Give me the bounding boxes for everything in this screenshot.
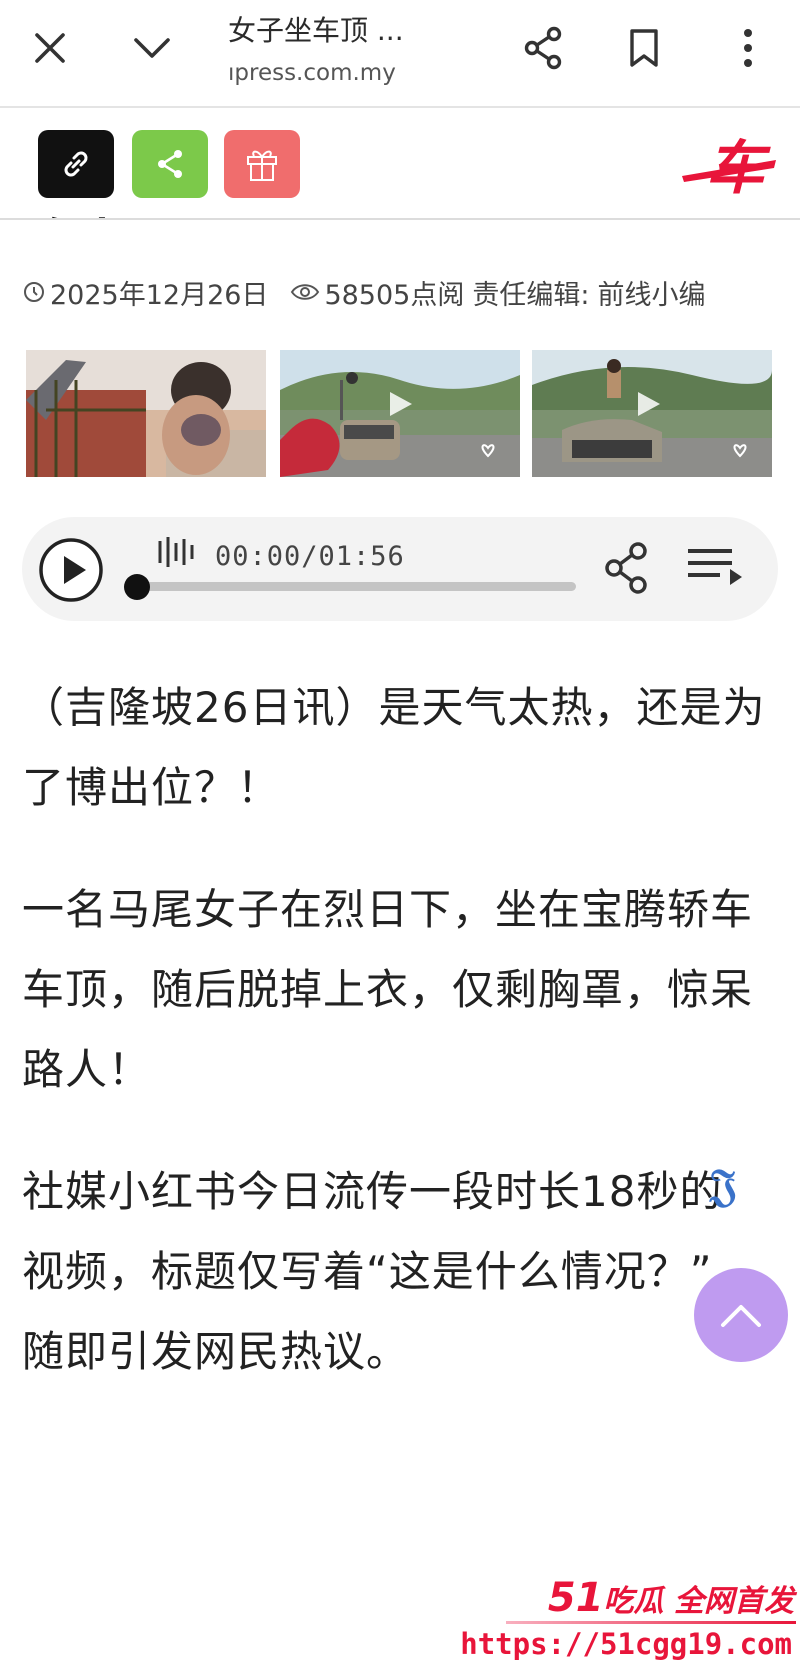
- site-logo[interactable]: 车: [680, 130, 780, 202]
- audio-progress-track[interactable]: [138, 582, 576, 591]
- audio-progress-knob[interactable]: [124, 574, 150, 600]
- editor-label: 责任编辑:: [472, 279, 590, 311]
- article-toolbar: 路人 车: [0, 110, 800, 220]
- watermark-underline: [506, 1621, 796, 1624]
- more-vert-icon[interactable]: [720, 20, 776, 76]
- gift-button[interactable]: [224, 130, 300, 198]
- article-title-peek: 路人: [22, 202, 130, 218]
- copy-link-button[interactable]: [38, 130, 114, 198]
- close-icon[interactable]: [22, 20, 78, 76]
- floating-glyph: 𝔍: [710, 1160, 737, 1211]
- share-icon: [605, 542, 647, 594]
- editor-name: 前线小编: [597, 279, 706, 311]
- playlist-button[interactable]: [686, 545, 744, 593]
- address-bar[interactable]: 女子坐车顶 ... ıpress.com.my: [228, 12, 488, 96]
- tab-title: 女子坐车顶 ...: [228, 14, 404, 47]
- scroll-to-top-button[interactable]: [694, 1268, 788, 1362]
- publish-date: 2025年12月26日: [50, 279, 269, 311]
- logo-text: 车: [706, 134, 771, 202]
- play-button[interactable]: [38, 537, 104, 603]
- watermark: 51吃瓜 全网首发 https://51cgg19.com: [460, 1575, 800, 1673]
- share-button[interactable]: [132, 130, 208, 198]
- playlist-icon: [688, 549, 742, 585]
- audio-share-button[interactable]: [602, 541, 652, 595]
- play-icon: [39, 538, 103, 602]
- watermark-brand: 51吃瓜 全网首发: [548, 1575, 794, 1621]
- audio-wave-icon: [158, 537, 194, 567]
- eye-icon: [291, 284, 320, 300]
- bookmark-icon[interactable]: [616, 20, 672, 76]
- gallery-thumbnail-1[interactable]: [26, 350, 266, 477]
- chevron-up-icon: [721, 1305, 761, 1327]
- link-icon: [64, 151, 88, 177]
- article-paragraph-3: 社媒小红书今日流传一段时长18秒的视频，标题仅写着“这是什么情况？”，随即引发网…: [22, 1167, 756, 1376]
- gallery-video-2[interactable]: [280, 350, 520, 477]
- article-paragraph-1: （吉隆坡26日讯）是天气太热，还是为了博出位？！: [22, 683, 766, 812]
- view-count: 58505点阅: [324, 279, 465, 311]
- gallery-video-3[interactable]: [532, 350, 772, 477]
- image-gallery: [26, 350, 776, 478]
- watermark-number: 51: [547, 1575, 604, 1621]
- audio-player: 00:00/01:56: [22, 517, 778, 621]
- article-meta: 2025年12月26日 58505点阅 责任编辑: 前线小编: [22, 272, 792, 312]
- share-icon: [158, 150, 182, 178]
- share-icon[interactable]: [515, 20, 571, 76]
- article-paragraph-2: 一名马尾女子在烈日下，坐在宝腾轿车车顶，随后脱掉上衣，仅剩胸罩，惊呆路人！: [22, 885, 754, 1094]
- clock-icon: [24, 282, 44, 302]
- browser-toolbar: 女子坐车顶 ... ıpress.com.my: [0, 0, 800, 108]
- watermark-tagline: 吃瓜 全网首发: [603, 1584, 794, 1619]
- watermark-url: https://51cgg19.com: [460, 1627, 792, 1661]
- url-domain: ıpress.com.my: [228, 60, 396, 86]
- audio-time: 00:00/01:56: [215, 541, 405, 572]
- gift-icon: [247, 150, 277, 181]
- chevron-down-icon[interactable]: [124, 20, 180, 76]
